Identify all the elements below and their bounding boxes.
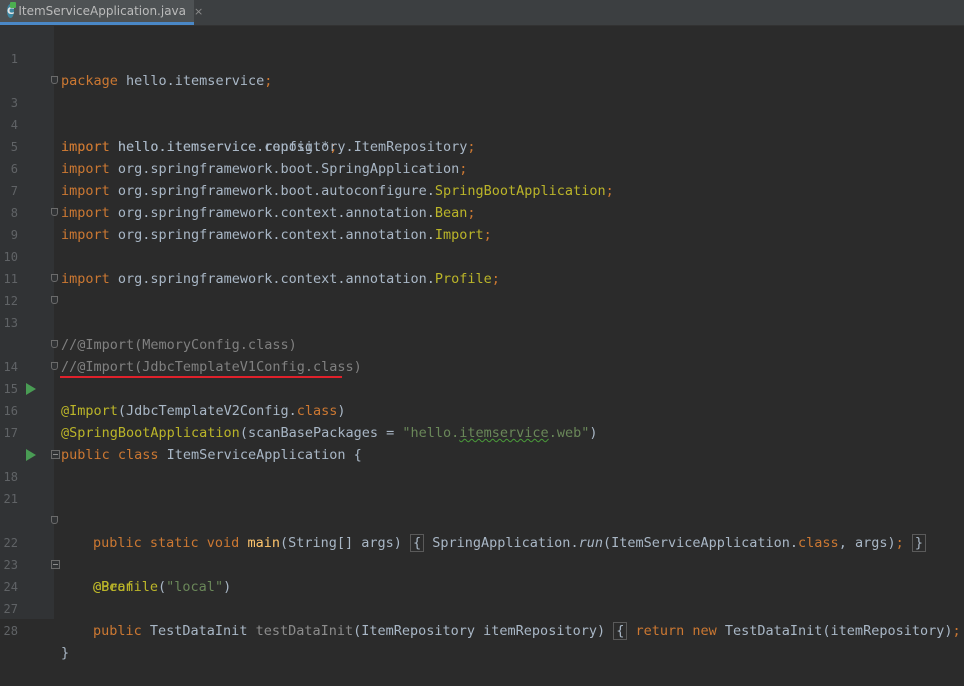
code-line: 6 import org.springframework.boot.autoco… bbox=[0, 136, 964, 199]
fold-marker-icon[interactable] bbox=[51, 76, 58, 84]
fold-expand-icon[interactable] bbox=[51, 560, 60, 569]
code-token: itemservice bbox=[459, 425, 549, 441]
code-line: 24 public TestDataInit testDataInit(Item… bbox=[0, 554, 964, 640]
code-line: 27 bbox=[0, 576, 964, 616]
code-line: 15 @SpringBootApplication(scanBasePackag… bbox=[0, 356, 964, 441]
fold-marker-icon[interactable] bbox=[51, 340, 58, 348]
code-token: (ItemRepository itemRepository) bbox=[353, 623, 614, 639]
code-token: TestDataInit bbox=[141, 623, 256, 639]
editor-tab-bar: C ItemServiceApplication.java × bbox=[0, 0, 964, 26]
code-line: 1 package hello.itemservice; bbox=[0, 26, 964, 89]
code-line: 12 //@Import(MemoryConfig.class) bbox=[0, 268, 964, 353]
line-number: 13 bbox=[3, 316, 18, 330]
code-line: 11 bbox=[0, 246, 964, 286]
code-token: } bbox=[61, 645, 70, 661]
line-number: 1 bbox=[10, 52, 18, 66]
code-token: @SpringBootApplication bbox=[61, 425, 240, 441]
tab-item-service-application[interactable]: C ItemServiceApplication.java × bbox=[0, 0, 203, 25]
folded-brace[interactable]: { bbox=[613, 622, 628, 640]
code-token: ) bbox=[589, 425, 598, 441]
tab-label: ItemServiceApplication.java bbox=[18, 4, 187, 18]
fold-marker-icon[interactable] bbox=[51, 274, 58, 282]
line-number: 17 bbox=[3, 426, 18, 440]
close-icon[interactable]: × bbox=[194, 5, 203, 18]
line-number: 28 bbox=[3, 624, 18, 638]
fold-expand-icon[interactable] bbox=[51, 450, 60, 459]
code-token: TestDataInit(itemRepository) bbox=[716, 623, 953, 639]
fold-marker-icon[interactable] bbox=[51, 362, 58, 370]
code-line: 9 import org.springframework.context.ann… bbox=[0, 202, 964, 287]
code-line: 22 @Bean bbox=[0, 510, 964, 595]
code-token: "hello. bbox=[402, 425, 460, 441]
code-line: 10 bbox=[0, 224, 964, 264]
code-line: 23 @Profile("local") bbox=[0, 532, 964, 595]
code-editor[interactable]: 1 package hello.itemservice; 3 import he… bbox=[0, 26, 964, 661]
code-line: 7 import org.springframework.context.ann… bbox=[0, 158, 964, 221]
fold-marker-icon[interactable] bbox=[51, 296, 58, 304]
line-number: 21 bbox=[3, 492, 18, 506]
java-class-icon: C bbox=[7, 2, 17, 18]
code-token: public bbox=[93, 623, 142, 639]
code-line: 17 bbox=[0, 400, 964, 440]
run-icon[interactable] bbox=[26, 449, 36, 461]
code-token: (scanBasePackages = bbox=[239, 425, 403, 441]
red-underline-annotation bbox=[60, 376, 342, 378]
code-token: .web" bbox=[548, 425, 590, 441]
code-line: 21 bbox=[0, 466, 964, 506]
code-line: 5 import org.springframework.boot.Spring… bbox=[0, 114, 964, 177]
code-line: 16 public class ItemServiceApplication { bbox=[0, 378, 964, 463]
code-line: 28 } bbox=[0, 598, 964, 661]
code-token: testDataInit bbox=[255, 623, 354, 639]
code-line: 4 import hello.itemservice.repository.It… bbox=[0, 92, 964, 155]
code-line: 8 import org.springframework.context.ann… bbox=[0, 180, 964, 243]
code-line: 18 public static void main(String[] args… bbox=[0, 444, 964, 552]
code-line: 3 import hello.itemservice.config.*; bbox=[0, 70, 964, 155]
fold-marker-icon[interactable] bbox=[51, 208, 58, 216]
code-token: return new bbox=[627, 623, 717, 639]
code-token: ; bbox=[952, 623, 961, 639]
code-line: 14 @Import(JdbcTemplateV2Config.class) bbox=[0, 334, 964, 419]
code-line: 13 //@Import(JdbcTemplateV1Config.class) bbox=[0, 290, 964, 375]
fold-marker-icon[interactable] bbox=[51, 516, 58, 524]
run-icon[interactable] bbox=[26, 383, 36, 395]
